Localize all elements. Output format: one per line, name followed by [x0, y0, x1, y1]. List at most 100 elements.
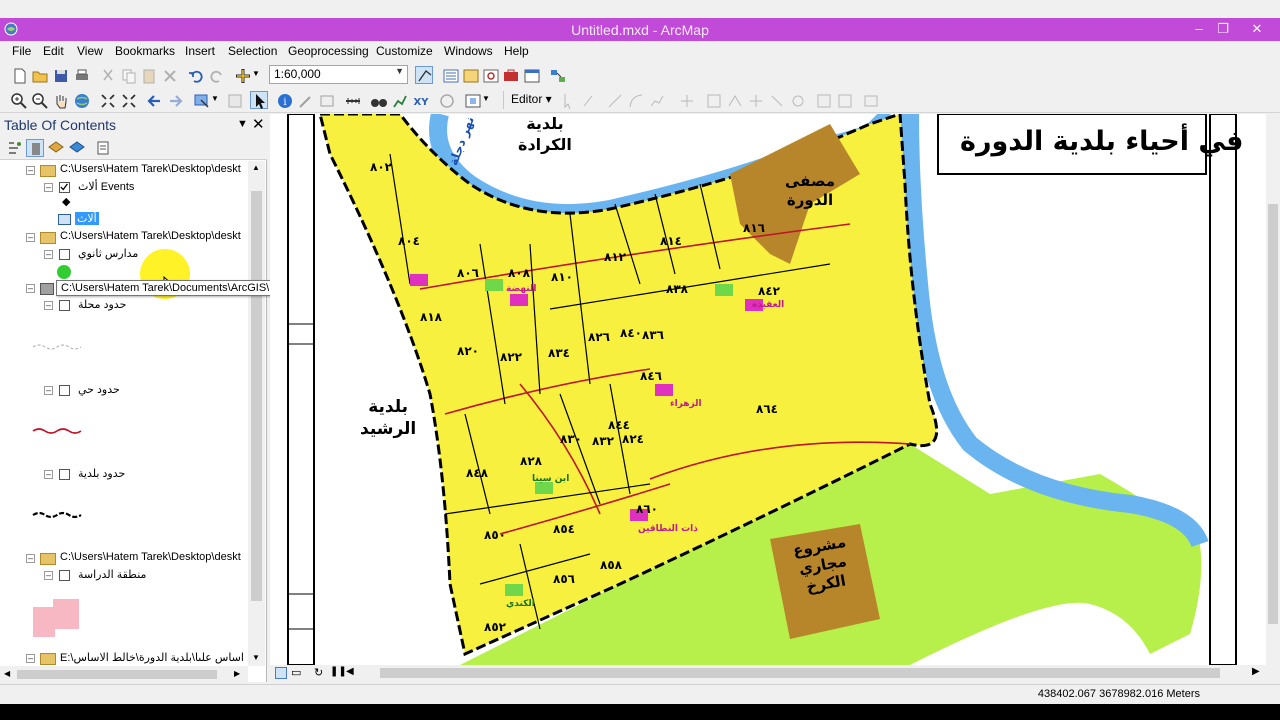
- map-vertical-scrollbar[interactable]: [1266, 114, 1280, 665]
- edit-vertices-icon[interactable]: [705, 92, 723, 110]
- rotate-icon[interactable]: [789, 92, 807, 110]
- create-features-icon[interactable]: [862, 92, 880, 110]
- collapse-icon[interactable]: –: [26, 654, 35, 663]
- copy-icon[interactable]: [120, 67, 138, 85]
- add-data-icon[interactable]: [234, 67, 252, 85]
- clear-selection-icon[interactable]: [226, 92, 244, 110]
- pan-hand-icon[interactable]: [52, 92, 70, 110]
- refresh-icon[interactable]: ↻: [314, 666, 323, 679]
- collapse-icon[interactable]: –: [26, 554, 35, 563]
- scroll-right-icon[interactable]: ▶: [1252, 666, 1260, 677]
- collapse-icon[interactable]: –: [44, 470, 53, 479]
- redo-icon[interactable]: [208, 67, 226, 85]
- list-by-visibility-icon[interactable]: [47, 139, 65, 157]
- layer-visibility-checkbox[interactable]: [59, 182, 70, 193]
- python-window-icon[interactable]: [523, 67, 541, 85]
- layer-visibility-checkbox[interactable]: [59, 300, 70, 311]
- layer-visibility-checkbox[interactable]: [59, 469, 70, 480]
- collapse-icon[interactable]: –: [44, 571, 53, 580]
- split-icon[interactable]: [768, 92, 786, 110]
- scroll-thumb[interactable]: [380, 668, 1220, 678]
- menu-geoprocessing[interactable]: Geoprocessing: [288, 44, 369, 58]
- new-document-icon[interactable]: [11, 67, 29, 85]
- hyperlink-icon[interactable]: [297, 92, 315, 110]
- menu-bookmarks[interactable]: Bookmarks: [115, 44, 175, 58]
- layer-visibility-checkbox[interactable]: [59, 249, 70, 260]
- menu-file[interactable]: File: [12, 44, 31, 58]
- arctoolbox-icon[interactable]: [502, 67, 520, 85]
- time-slider-icon[interactable]: [438, 92, 456, 110]
- edit-annotation-icon[interactable]: [580, 92, 598, 110]
- scroll-left-icon[interactable]: ◀: [346, 666, 354, 677]
- paste-icon[interactable]: [140, 67, 158, 85]
- identify-icon[interactable]: i: [276, 92, 294, 110]
- collapse-icon[interactable]: –: [44, 301, 53, 310]
- select-features-icon[interactable]: [193, 92, 211, 110]
- collapse-icon[interactable]: –: [44, 183, 53, 192]
- data-view-button[interactable]: [275, 667, 287, 679]
- cut-icon[interactable]: [99, 67, 117, 85]
- scroll-left-icon[interactable]: ◀: [4, 669, 10, 678]
- layer-row-hay[interactable]: – حدود حي: [0, 383, 240, 399]
- scroll-thumb[interactable]: [17, 670, 217, 679]
- map-scale-dropdown[interactable]: 1:60,000 ▼: [269, 65, 408, 84]
- open-folder-icon[interactable]: [31, 67, 49, 85]
- layer-group-4[interactable]: – C:\Users\Hatem Tarek\Desktop\deskt: [0, 551, 248, 567]
- edit-tool-icon[interactable]: [560, 92, 578, 110]
- zoom-out-icon[interactable]: [31, 92, 49, 110]
- full-extent-globe-icon[interactable]: [73, 92, 91, 110]
- select-dropdown-icon[interactable]: ▼: [211, 94, 219, 112]
- list-by-source-icon[interactable]: [26, 139, 44, 157]
- menu-selection[interactable]: Selection: [228, 44, 277, 58]
- fixed-zoom-in-icon[interactable]: [99, 92, 117, 110]
- table-of-contents-icon[interactable]: [442, 67, 460, 85]
- menu-customize[interactable]: Customize: [376, 44, 433, 58]
- viewer-dropdown-icon[interactable]: ▼: [482, 94, 490, 112]
- search-window-icon[interactable]: [482, 67, 500, 85]
- goto-xy-icon[interactable]: XY: [412, 92, 430, 110]
- close-button[interactable]: ✕: [1245, 20, 1269, 38]
- collapse-icon[interactable]: –: [44, 386, 53, 395]
- scroll-right-icon[interactable]: ▶: [234, 669, 240, 678]
- toc-vertical-scrollbar[interactable]: ▲ ▼: [248, 161, 265, 666]
- pause-drawing-icon[interactable]: ❚❚: [330, 666, 347, 677]
- scroll-up-icon[interactable]: ▲: [252, 163, 260, 172]
- delete-icon[interactable]: [161, 67, 179, 85]
- options-icon[interactable]: [94, 139, 112, 157]
- find-binoculars-icon[interactable]: [370, 92, 388, 110]
- sketch-properties-icon[interactable]: [836, 92, 854, 110]
- back-extent-icon[interactable]: [146, 92, 164, 110]
- scroll-thumb[interactable]: [251, 191, 262, 601]
- layer-group-5[interactable]: – E:\اساس علىا\بلدية الدورة\خالط الاساس: [0, 651, 248, 666]
- map-canvas[interactable]: [270, 114, 1266, 665]
- menu-help[interactable]: Help: [504, 44, 529, 58]
- print-icon[interactable]: [73, 67, 91, 85]
- straight-segment-icon[interactable]: [606, 92, 624, 110]
- menu-windows[interactable]: Windows: [444, 44, 493, 58]
- collapse-icon[interactable]: –: [26, 233, 35, 242]
- forward-extent-icon[interactable]: [166, 92, 184, 110]
- scroll-down-icon[interactable]: ▼: [252, 653, 260, 662]
- fixed-zoom-out-icon[interactable]: [120, 92, 138, 110]
- editor-toolbar-toggle-icon[interactable]: [415, 66, 433, 84]
- editor-menu-button[interactable]: Editor ▾: [511, 92, 552, 106]
- layer-visibility-checkbox[interactable]: [59, 385, 70, 396]
- layer-row-baladiya[interactable]: – حدود بلدية: [0, 467, 240, 483]
- reshape-icon[interactable]: [726, 92, 744, 110]
- map-view[interactable]: في أحياء بلدية الدورة بلدية الكرادة بلدي…: [270, 114, 1266, 665]
- attributes-icon[interactable]: [815, 92, 833, 110]
- layer-group-1[interactable]: – C:\Users\Hatem Tarek\Desktop\deskt: [0, 163, 248, 179]
- undo-icon[interactable]: [187, 67, 205, 85]
- add-data-dropdown-icon[interactable]: ▼: [252, 69, 260, 87]
- select-elements-arrow-icon[interactable]: [250, 91, 268, 109]
- create-viewer-icon[interactable]: [464, 92, 482, 110]
- layout-view-button[interactable]: ▭: [291, 666, 301, 679]
- collapse-icon[interactable]: –: [44, 250, 53, 259]
- pin-icon[interactable]: ▼: [237, 118, 248, 130]
- cut-polygons-icon[interactable]: [747, 92, 765, 110]
- layer-row-study-area[interactable]: – منطقة الدراسة: [0, 568, 240, 584]
- collapse-icon[interactable]: –: [26, 166, 35, 175]
- layer-visibility-checkbox[interactable]: [59, 570, 70, 581]
- restore-button[interactable]: ❐: [1211, 20, 1235, 38]
- menu-insert[interactable]: Insert: [185, 44, 215, 58]
